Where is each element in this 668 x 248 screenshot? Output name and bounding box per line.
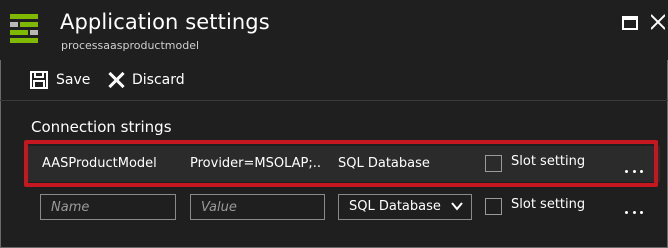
close-icon <box>108 72 124 88</box>
toolbar: Save Discard <box>0 60 668 101</box>
new-slot-setting-label: Slot setting <box>511 197 586 212</box>
save-button[interactable]: Save <box>30 68 90 92</box>
new-row-more-options-icon[interactable] <box>625 211 643 217</box>
page-subtitle: processaasproductmodel <box>61 39 200 52</box>
new-slot-setting-checkbox[interactable] <box>485 198 502 215</box>
page-title: Application settings <box>60 10 270 34</box>
maximize-icon[interactable] <box>622 16 638 30</box>
type-select-value: SQL Database <box>349 199 441 214</box>
chevron-down-icon <box>451 202 463 211</box>
highlight-box <box>24 140 658 187</box>
save-button-label: Save <box>56 72 91 88</box>
value-input[interactable] <box>190 194 325 220</box>
app-settings-icon <box>10 14 38 43</box>
name-input[interactable] <box>40 194 176 220</box>
discard-button[interactable]: Discard <box>108 68 185 92</box>
type-select[interactable]: SQL Database <box>338 194 472 220</box>
discard-button-label: Discard <box>132 72 185 88</box>
section-title: Connection strings <box>31 118 172 136</box>
save-icon <box>30 71 48 89</box>
close-icon[interactable] <box>651 12 665 32</box>
blade-header: Application settings processaasproductmo… <box>0 0 668 60</box>
